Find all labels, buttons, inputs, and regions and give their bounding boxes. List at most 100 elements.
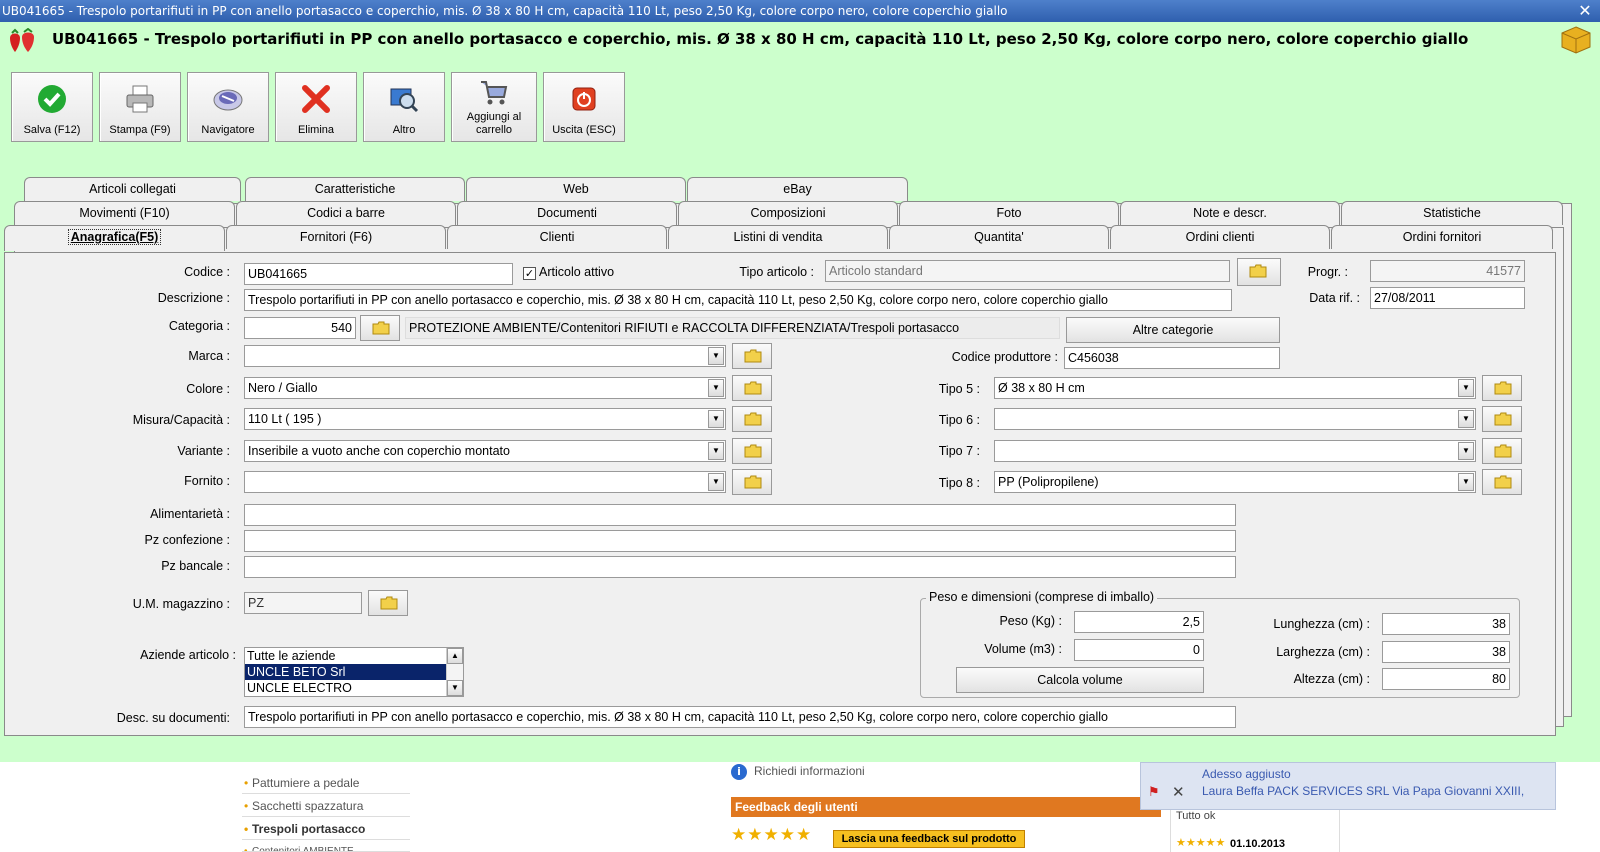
data-rif-input[interactable]: 27/08/2011 xyxy=(1370,287,1525,309)
fornito-folder-button[interactable] xyxy=(732,469,772,495)
categoria-input[interactable]: 540 xyxy=(244,317,356,339)
tab-note-descr[interactable]: Note e descr. xyxy=(1120,201,1340,225)
tab-ordini-fornitori[interactable]: Ordini fornitori xyxy=(1331,225,1553,249)
other-button[interactable]: Altro xyxy=(363,72,445,142)
colore-select[interactable]: Nero / Giallo ▼ xyxy=(244,377,726,399)
calcola-volume-button[interactable]: Calcola volume xyxy=(956,667,1204,693)
scroll-up-icon[interactable]: ▲ xyxy=(447,648,463,664)
list-item[interactable]: Tutte le aziende xyxy=(245,648,447,664)
volume-input[interactable]: 0 xyxy=(1074,639,1204,661)
tab-web[interactable]: Web xyxy=(466,177,686,201)
desc-documenti-input[interactable]: Trespolo portarifiuti in PP con anello p… xyxy=(244,706,1236,728)
data-rif-label: Data rif. : xyxy=(1309,291,1360,305)
close-window-icon[interactable]: ✕ xyxy=(1576,2,1594,20)
chevron-down-icon[interactable]: ▼ xyxy=(1458,473,1474,491)
tab-articoli-collegati[interactable]: Articoli collegati xyxy=(24,177,241,201)
chevron-down-icon[interactable]: ▼ xyxy=(708,379,724,397)
exit-button[interactable]: Uscita (ESC) xyxy=(543,72,625,142)
notification-line-1: Adesso aggiusto xyxy=(1202,767,1291,781)
tipo5-folder-button[interactable] xyxy=(1482,375,1522,401)
marca-folder-button[interactable] xyxy=(732,343,772,369)
colore-folder-button[interactable] xyxy=(732,375,772,401)
scroll-down-icon[interactable]: ▼ xyxy=(447,680,463,696)
chevron-down-icon[interactable]: ▼ xyxy=(708,410,724,428)
pz-confezione-input[interactable] xyxy=(244,530,1236,552)
list-item[interactable]: UNCLE BETO Srl xyxy=(245,664,447,680)
tipo-articolo-input[interactable]: Articolo standard xyxy=(825,260,1230,282)
pz-bancale-input[interactable] xyxy=(244,556,1236,578)
sidebar-item-pattumiere[interactable]: Pattumiere a pedale xyxy=(242,772,410,794)
fornito-select[interactable]: ▼ xyxy=(244,471,726,493)
tab-listini-di-vendita[interactable]: Listini di vendita xyxy=(668,225,888,249)
save-button[interactable]: Salva (F12) xyxy=(11,72,93,142)
chevron-down-icon[interactable]: ▼ xyxy=(1458,442,1474,460)
tab-ebay[interactable]: eBay xyxy=(687,177,908,201)
altezza-input[interactable]: 80 xyxy=(1382,668,1510,690)
tab-quantita[interactable]: Quantita' xyxy=(889,225,1109,249)
misura-folder-button[interactable] xyxy=(732,406,772,432)
close-notification-icon[interactable]: ✕ xyxy=(1172,784,1188,800)
um-folder-button[interactable] xyxy=(368,590,408,616)
articolo-attivo-checkbox[interactable]: ✓ xyxy=(523,267,536,280)
aziende-listbox[interactable]: Tutte le aziende UNCLE BETO Srl UNCLE EL… xyxy=(244,647,464,697)
misura-select[interactable]: 110 Lt ( 195 ) ▼ xyxy=(244,408,726,430)
richiedi-info-link[interactable]: Richiedi informazioni xyxy=(754,764,865,778)
tab-clienti[interactable]: Clienti xyxy=(447,225,667,249)
misura-value: 110 Lt ( 195 ) xyxy=(248,412,322,426)
codice-produttore-input[interactable]: C456038 xyxy=(1064,347,1280,369)
alimentarieta-label: Alimentarietà : xyxy=(150,507,230,521)
tipo7-folder-button[interactable] xyxy=(1482,438,1522,464)
chevron-down-icon[interactable]: ▼ xyxy=(708,473,724,491)
desc-documenti-label: Desc. su documenti: xyxy=(116,711,230,725)
delete-button[interactable]: Elimina xyxy=(275,72,357,142)
larghezza-input[interactable]: 38 xyxy=(1382,641,1510,663)
list-item[interactable]: UNCLE ELECTRO xyxy=(245,680,447,696)
categoria-folder-button[interactable] xyxy=(360,315,400,341)
leave-feedback-button[interactable]: Lascia una feedback sul prodotto xyxy=(833,830,1025,848)
sidebar-item-contenitori[interactable]: Contenitori AMBIENTE xyxy=(242,841,410,852)
tab-codici-a-barre[interactable]: Codici a barre xyxy=(236,201,456,225)
sidebar-item-sacchetti[interactable]: Sacchetti spazzatura xyxy=(242,795,410,817)
tab-foto[interactable]: Foto xyxy=(899,201,1119,225)
tipo8-folder-button[interactable] xyxy=(1482,469,1522,495)
tipo6-select[interactable]: ▼ xyxy=(994,408,1476,430)
tab-ordini-clienti[interactable]: Ordini clienti xyxy=(1110,225,1330,249)
peso-input[interactable]: 2,5 xyxy=(1074,611,1204,633)
chevron-down-icon[interactable]: ▼ xyxy=(708,347,724,365)
chevron-down-icon[interactable]: ▼ xyxy=(1458,410,1474,428)
alimentarieta-input[interactable] xyxy=(244,504,1236,526)
add-to-cart-button[interactable]: Aggiungi al carrello xyxy=(451,72,537,142)
tipo-articolo-folder-button[interactable] xyxy=(1237,258,1281,286)
marca-select[interactable]: ▼ xyxy=(244,345,726,367)
fornito-label: Fornito : xyxy=(184,474,230,488)
um-magazzino-input[interactable]: PZ xyxy=(244,592,362,614)
colore-value: Nero / Giallo xyxy=(248,381,318,395)
tipo5-select[interactable]: Ø 38 x 80 H cm ▼ xyxy=(994,377,1476,399)
listbox-scrollbar[interactable]: ▲ ▼ xyxy=(446,648,463,696)
tab-statistiche[interactable]: Statistiche xyxy=(1341,201,1563,225)
tab-fornitori[interactable]: Fornitori (F6) xyxy=(226,225,446,249)
chevron-down-icon[interactable]: ▼ xyxy=(708,442,724,460)
chevron-down-icon[interactable]: ▼ xyxy=(1458,379,1474,397)
sidebar-item-trespoli[interactable]: Trespoli portasacco xyxy=(242,818,410,840)
lunghezza-input[interactable]: 38 xyxy=(1382,613,1510,635)
progr-input[interactable]: 41577 xyxy=(1370,260,1525,282)
tipo6-folder-button[interactable] xyxy=(1482,406,1522,432)
tipo7-select[interactable]: ▼ xyxy=(994,440,1476,462)
add-cart-label: Aggiungi al carrello xyxy=(452,111,536,137)
aziende-label: Aziende articolo : xyxy=(140,648,236,662)
add-cart-label-line1: Aggiungi al xyxy=(466,111,522,123)
codice-input[interactable]: UB041665 xyxy=(244,263,513,285)
descrizione-input[interactable]: Trespolo portarifiuti in PP con anello p… xyxy=(244,289,1232,311)
altre-categorie-button[interactable]: Altre categorie xyxy=(1066,317,1280,343)
tab-caratteristiche[interactable]: Caratteristiche xyxy=(245,177,465,201)
print-button[interactable]: Stampa (F9) xyxy=(99,72,181,142)
navigator-button[interactable]: Navigatore xyxy=(187,72,269,142)
tab-composizioni[interactable]: Composizioni xyxy=(678,201,898,225)
variante-folder-button[interactable] xyxy=(732,438,772,464)
tab-movimenti[interactable]: Movimenti (F10) xyxy=(14,201,235,225)
variante-select[interactable]: Inseribile a vuoto anche con coperchio m… xyxy=(244,440,726,462)
tab-anagrafica[interactable]: Anagrafica(F5) xyxy=(4,225,225,251)
tipo8-select[interactable]: PP (Polipropilene) ▼ xyxy=(994,471,1476,493)
tab-documenti[interactable]: Documenti xyxy=(457,201,677,225)
